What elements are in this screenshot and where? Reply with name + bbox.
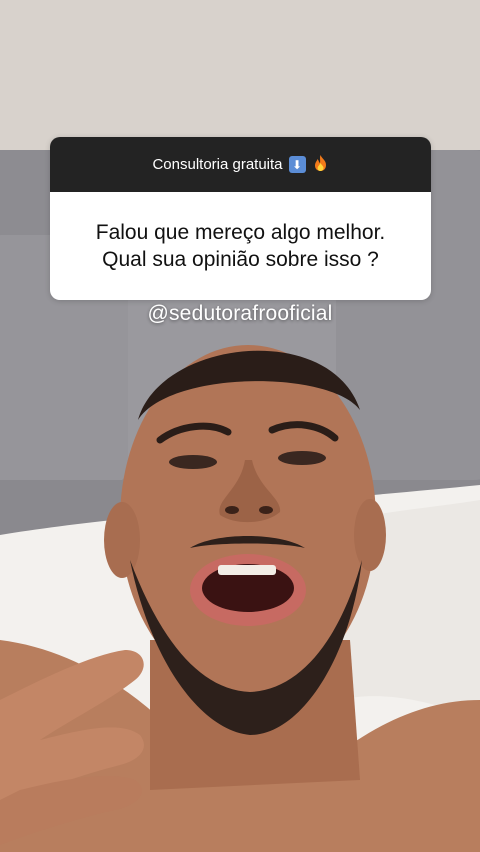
question-sticker[interactable]: Consultoria gratuita ⬇ Falou que mereço … (50, 137, 431, 300)
account-handle-overlay[interactable]: @sedutorafrooficial (0, 302, 480, 326)
fire-emoji-icon (312, 154, 329, 176)
down-arrow-emoji-icon: ⬇ (288, 156, 306, 173)
question-sticker-title: Consultoria gratuita (152, 156, 283, 173)
story-frame: Consultoria gratuita ⬇ Falou que mereço … (0, 0, 480, 852)
background-photo (0, 0, 480, 852)
question-text-line-2: Qual sua opinião sobre isso ? (102, 248, 379, 271)
question-sticker-body: Falou que mereço algo melhor. Qual sua o… (50, 192, 431, 300)
question-sticker-header: Consultoria gratuita ⬇ (50, 137, 431, 192)
question-text-line-1: Falou que mereço algo melhor. (95, 221, 386, 244)
